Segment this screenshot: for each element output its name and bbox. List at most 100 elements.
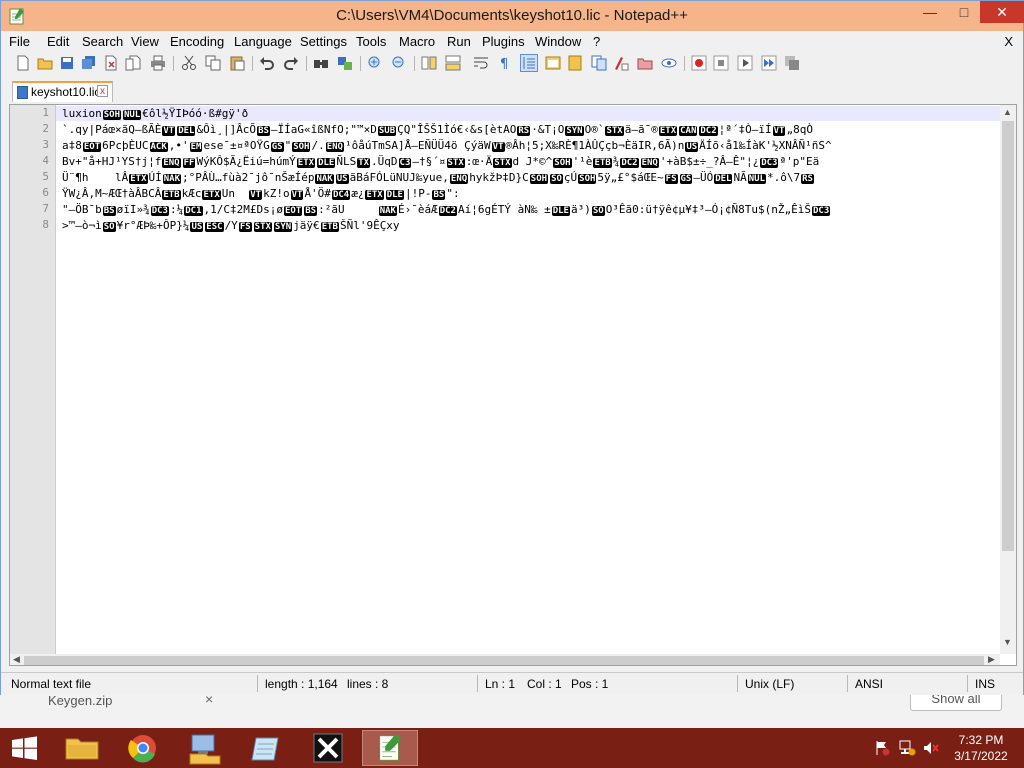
open-file-icon[interactable] (37, 55, 53, 71)
menu-language[interactable]: Language (234, 34, 292, 49)
play-macro-icon[interactable] (737, 55, 753, 71)
menu-tools[interactable]: Tools (356, 34, 386, 49)
record-macro-icon[interactable] (691, 55, 707, 71)
download-item-filename[interactable]: Keygen.zip (48, 695, 112, 708)
editor-pane[interactable]: 1 2 3 4 5 6 7 8 luxion SOH NUL €ôl½ŸIÞóó·ß#… (9, 104, 1017, 666)
menu-edit[interactable]: Edit (47, 34, 69, 49)
function-list-icon[interactable] (591, 55, 607, 71)
zoom-out-icon[interactable] (391, 55, 407, 71)
replace-icon[interactable] (337, 55, 353, 71)
code-line[interactable]: "–ÖB¯b BS øïI»¾ DC3:¼ DC1,1/C‡2M£Ds¡ø EOT BS:²… (62, 202, 831, 219)
word-wrap-icon[interactable] (473, 55, 489, 71)
run-macro-multiple-icon[interactable] (761, 55, 777, 71)
scroll-right-arrow-icon[interactable]: ▶ (988, 654, 995, 665)
menu-file[interactable]: File (9, 34, 30, 49)
menu-run[interactable]: Run (447, 34, 471, 49)
title-bar[interactable]: C:\Users\VM4\Documents\keyshot10.lic - N… (1, 1, 1024, 31)
control-character-token: SOH (102, 110, 122, 120)
horizontal-scroll-thumb[interactable] (24, 656, 984, 665)
menu-plugins[interactable]: Plugins (482, 34, 525, 49)
menu-view[interactable]: View (131, 34, 159, 49)
control-character-token: ETX (296, 158, 316, 168)
menu-help[interactable]: ? (593, 34, 600, 49)
code-line[interactable]: Ü¨¶h lÂ ETX ÚÍ NAK ;°PÂÙ…fùà2¯jô¯nŠæÍép NAK US… (62, 170, 815, 187)
system-clock[interactable]: 7:32 PM 3/17/2022 (948, 732, 1014, 764)
toolbar-separator (360, 56, 361, 71)
doc-map-icon[interactable] (567, 55, 583, 71)
toolbar-separator (252, 56, 253, 71)
control-character-token: SO (550, 174, 563, 184)
file-explorer-icon[interactable] (54, 730, 110, 766)
find-icon[interactable] (313, 55, 329, 71)
scroll-left-arrow-icon[interactable]: ◀ (13, 654, 20, 665)
control-character-token: US (335, 174, 349, 184)
toolbar-separator (173, 56, 174, 71)
undo-icon[interactable] (259, 55, 275, 71)
volume-muted-icon[interactable] (922, 740, 940, 756)
save-icon[interactable] (59, 55, 75, 71)
code-line[interactable]: >™—ò¬ì SO ¥r°ÆÞ‰+ÔP}¼ US ESC/Y FS STX SYN jäÿ€ ET… (62, 218, 400, 235)
tab-close-button[interactable]: x (97, 85, 108, 97)
scroll-down-arrow-icon[interactable]: ▼ (1003, 637, 1012, 647)
code-line[interactable]: a‡8 EOT 6PcþÈUC ACK ,•' EM ese¯±¤ªOŸG GS " SOH/. E… (62, 138, 832, 155)
menu-encoding[interactable]: Encoding (170, 34, 224, 49)
minimize-button[interactable]: — (913, 1, 947, 23)
control-character-token: RS (517, 126, 531, 136)
stop-macro-icon[interactable] (713, 55, 729, 71)
control-character-token: GS (679, 174, 693, 184)
code-line[interactable]: ŸW¿Â,M~ÆŒ†àÂBCÂ ETB kÆc ETX Un VT kZ!o VT Å'Ö# D… (62, 186, 460, 203)
paste-icon[interactable] (229, 55, 245, 71)
code-line[interactable]: luxion SOH NUL €ôl½ŸIÞóó·ß#gÿ'ð (62, 106, 248, 123)
monitoring-icon[interactable] (637, 55, 653, 71)
download-item-close-icon[interactable]: × (205, 695, 213, 707)
copy-icon[interactable] (205, 55, 221, 71)
close-file-icon[interactable] (103, 55, 119, 71)
new-file-icon[interactable] (15, 55, 31, 71)
menu-settings[interactable]: Settings (300, 34, 347, 49)
sync-horizontal-icon[interactable] (445, 55, 461, 71)
control-character-token: DLE (551, 206, 570, 216)
windows-start-icon[interactable] (4, 730, 44, 766)
xming-icon[interactable] (300, 730, 356, 766)
show-all-downloads-button[interactable]: Show all (910, 695, 1002, 711)
control-character-token: ETB (162, 190, 181, 200)
control-character-token: RS (801, 174, 814, 184)
browser-download-bar: Keygen.zip × Show all (0, 695, 1024, 728)
control-character-token: GS (270, 142, 284, 152)
code-line[interactable]: Bv+"å+HJ¹YS†j¦f ENQ FF WýKÔ$Ã¿Ëiú=húmÝ ETX DL… (62, 154, 819, 171)
close-document-button[interactable]: X (1004, 34, 1013, 49)
cut-icon[interactable] (181, 55, 197, 71)
network-folder-icon[interactable] (176, 730, 232, 766)
control-character-token: ESC (205, 222, 224, 232)
print-icon[interactable] (150, 55, 166, 71)
code-line[interactable]: `.qy|Páœ×ãQ—ßÃÈ VT DEL &Ôì¸|]ÂcÕ BS —ÏÍaG«îßN… (62, 122, 813, 139)
menu-search[interactable]: Search (82, 34, 123, 49)
chrome-icon[interactable] (115, 730, 171, 766)
text-area[interactable]: luxion SOH NUL €ôl½ŸIÞóó·ß#gÿ'ð `.qy|Páœ×ãQ… (60, 105, 1000, 654)
horizontal-scrollbar[interactable]: ◀ ▶ (10, 654, 1000, 665)
network-icon[interactable] (898, 740, 916, 756)
action-center-flag-icon[interactable] (874, 740, 890, 756)
scroll-up-arrow-icon[interactable]: ▲ (1003, 107, 1012, 117)
udl-dialog-icon[interactable] (545, 55, 561, 71)
vertical-scroll-thumb[interactable] (1002, 121, 1014, 551)
notepad-plus-plus-icon[interactable] (362, 730, 418, 766)
tab-keyshot10-lic[interactable]: keyshot10.lic x (12, 81, 113, 102)
menu-macro[interactable]: Macro (399, 34, 435, 49)
vertical-scrollbar[interactable]: ▲ ▼ (1000, 105, 1016, 654)
close-button[interactable]: ✕ (980, 1, 1024, 23)
zoom-in-icon[interactable] (367, 55, 383, 71)
control-character-token: ETX (365, 190, 384, 200)
indent-guide-icon[interactable] (520, 54, 538, 72)
folder-workspace-icon[interactable] (613, 55, 629, 71)
menu-window[interactable]: Window (535, 34, 581, 49)
sync-vertical-icon[interactable] (421, 55, 437, 71)
maximize-button[interactable]: □ (947, 1, 981, 23)
close-all-icon[interactable] (125, 55, 141, 71)
save-macro-icon[interactable] (784, 55, 800, 71)
redo-icon[interactable] (283, 55, 299, 71)
save-all-icon[interactable] (81, 55, 97, 71)
eye-icon[interactable] (661, 55, 677, 71)
notepad-icon[interactable] (238, 730, 294, 766)
show-all-characters-icon[interactable]: ¶ (497, 55, 513, 71)
